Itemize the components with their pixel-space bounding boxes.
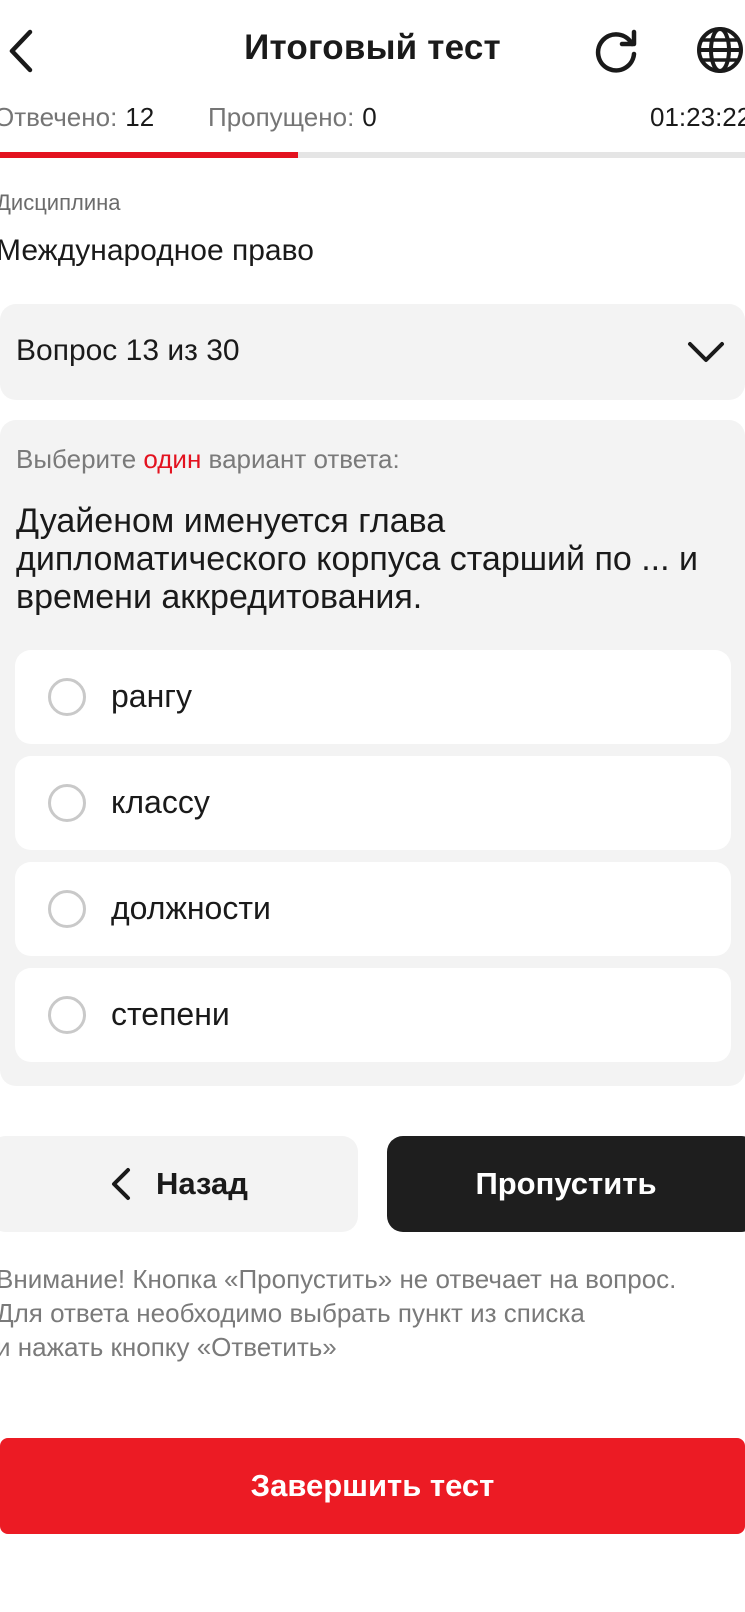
refresh-icon bbox=[595, 29, 637, 73]
question-card: Выберите один вариант ответа: Дуайеном и… bbox=[0, 420, 745, 1086]
answered-value: 12 bbox=[125, 102, 155, 132]
radio-unchecked-icon[interactable] bbox=[48, 678, 86, 716]
timer: 01:23:22 bbox=[650, 102, 745, 132]
back-button[interactable]: Назад bbox=[0, 1136, 358, 1232]
instruction-accent: один bbox=[143, 444, 202, 474]
globe-icon bbox=[697, 27, 743, 73]
radio-unchecked-icon[interactable] bbox=[48, 996, 86, 1034]
answer-option-label: рангу bbox=[111, 678, 192, 714]
chevron-down-icon bbox=[688, 342, 724, 362]
discipline-label: Дисциплина bbox=[0, 190, 121, 215]
question-selector[interactable]: Вопрос 13 из 30 bbox=[0, 304, 745, 400]
answer-option-label: степени bbox=[111, 996, 230, 1032]
instruction-suffix: вариант ответа: bbox=[201, 444, 400, 474]
answer-option[interactable]: классу bbox=[15, 756, 731, 850]
notice-text: Внимание! Кнопка «Пропустить» не отвечае… bbox=[0, 1262, 745, 1364]
notice-line: Внимание! Кнопка «Пропустить» не отвечае… bbox=[0, 1264, 677, 1294]
skipped-counter: Пропущено: 0 bbox=[208, 102, 377, 133]
answer-option-label: должности bbox=[111, 890, 271, 926]
question-text: Дуайеном именуется глава дипломатическог… bbox=[16, 502, 698, 616]
answer-option[interactable]: должности bbox=[15, 862, 731, 956]
skipped-label: Пропущено: bbox=[208, 102, 355, 132]
notice-line: Для ответа необходимо выбрать пункт из с… bbox=[0, 1298, 585, 1328]
instruction-prefix: Выберите bbox=[16, 444, 144, 474]
skip-button[interactable]: Пропустить bbox=[387, 1136, 745, 1232]
discipline-value: Международное право bbox=[0, 234, 314, 267]
answer-option[interactable]: рангу bbox=[15, 650, 731, 744]
chevron-left-icon bbox=[112, 1168, 130, 1200]
question-selector-label: Вопрос 13 из 30 bbox=[16, 334, 240, 367]
header: Итоговый тест bbox=[0, 0, 745, 100]
question-instruction: Выберите один вариант ответа: bbox=[16, 444, 400, 475]
progress-fill bbox=[0, 152, 298, 158]
answered-counter: Отвечено: 12 bbox=[0, 102, 154, 133]
notice-line: и нажать кнопку «Ответить» bbox=[0, 1332, 337, 1362]
skipped-value: 0 bbox=[362, 102, 377, 132]
skip-button-label: Пропустить bbox=[475, 1166, 657, 1201]
stats-row: Отвечено: 12 Пропущено: 0 01:23:22 bbox=[0, 102, 745, 142]
answered-label: Отвечено: bbox=[0, 102, 118, 132]
back-button-label: Назад bbox=[156, 1166, 248, 1201]
refresh-button[interactable] bbox=[590, 24, 642, 76]
answer-option-label: классу bbox=[111, 784, 210, 820]
finish-test-button[interactable]: Завершить тест bbox=[0, 1438, 745, 1534]
progress-bar bbox=[0, 152, 745, 158]
answer-option[interactable]: степени bbox=[15, 968, 731, 1062]
language-button[interactable] bbox=[694, 24, 745, 76]
test-screen: Итоговый тест Отвечено: 12 Пропущено: 0 01… bbox=[0, 0, 745, 1612]
radio-unchecked-icon[interactable] bbox=[48, 784, 86, 822]
radio-unchecked-icon[interactable] bbox=[48, 890, 86, 928]
